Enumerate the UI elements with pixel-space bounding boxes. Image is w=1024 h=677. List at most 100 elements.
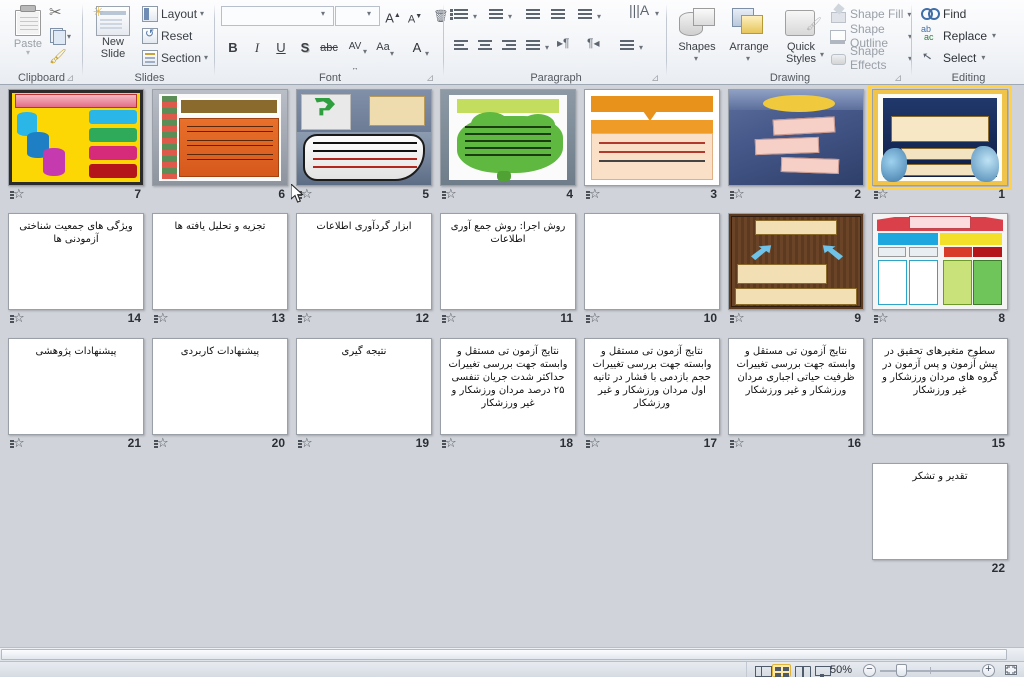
copy-dropdown-caret[interactable]: ▾ [67, 32, 71, 41]
slide-thumbnail[interactable]: محدودیت های تحقیق [8, 89, 144, 186]
layout-button[interactable]: Layout ▾ [140, 3, 204, 24]
text-direction-caret[interactable]: ▾ [655, 9, 659, 18]
font-size-caret[interactable] [364, 7, 379, 25]
slide-thumbnail[interactable]: تقدیر و تشکر [872, 463, 1008, 560]
animation-star-icon[interactable] [586, 186, 601, 202]
shapes-caret[interactable]: ▾ [694, 54, 698, 63]
font-name-combo[interactable] [221, 6, 334, 26]
animation-star-icon[interactable] [874, 310, 889, 326]
view-normal-button[interactable] [752, 664, 772, 677]
text-direction-button[interactable]: |||A [629, 2, 655, 26]
columns-button[interactable] [617, 36, 638, 57]
paste-button[interactable]: Paste ▾ [6, 3, 50, 61]
shape-outline-button[interactable]: Shape Outline ▾ [830, 22, 912, 50]
animation-star-icon[interactable] [874, 186, 889, 202]
quick-styles-caret[interactable]: ▾ [820, 50, 824, 59]
slide-thumbnail[interactable]: سطوح متغیرهای تحقیق در پیش آزمون و پس آز… [872, 338, 1008, 435]
paste-dropdown-caret[interactable]: ▾ [6, 49, 50, 57]
arrange-caret[interactable]: ▾ [746, 54, 750, 63]
slide-thumbnail[interactable] [584, 213, 720, 310]
slide-thumbnail[interactable]: پیشینه تحقیق [872, 213, 1008, 310]
shrink-font-button[interactable]: A▼ [404, 6, 426, 27]
underline-button[interactable]: U [270, 37, 292, 58]
character-spacing-caret[interactable]: ▾ [363, 41, 367, 62]
slide-thumbnail[interactable]: مقدمه و بیان مسئله [728, 89, 864, 186]
animation-star-icon[interactable] [154, 435, 169, 451]
slide-thumbnail[interactable]: نتایج آزمون تی مستقل و وابسته جهت بررسی … [584, 338, 720, 435]
font-color-caret[interactable]: ▾ [425, 43, 429, 64]
align-center-button[interactable] [475, 36, 496, 57]
numbering-caret[interactable]: ▾ [508, 12, 512, 21]
new-slide-button[interactable]: ✳ New Slide [90, 3, 136, 63]
numbering-button[interactable] [486, 5, 507, 26]
slide-thumbnail[interactable]: هدف کلی [584, 89, 720, 186]
bullets-caret[interactable]: ▾ [473, 12, 477, 21]
animation-star-icon[interactable] [442, 435, 457, 451]
zoom-out-button[interactable]: − [863, 663, 876, 677]
view-reading-button[interactable] [793, 664, 812, 677]
line-spacing-button[interactable] [575, 5, 596, 26]
reset-button[interactable]: Reset [140, 25, 192, 46]
slide-thumbnail[interactable]: اهداف ویژه [440, 89, 576, 186]
shapes-button[interactable]: Shapes ▾ [672, 4, 722, 63]
replace-caret[interactable]: ▾ [992, 31, 996, 40]
align-right-button[interactable] [499, 36, 520, 57]
change-case-button[interactable]: Aa ▾ [372, 37, 394, 58]
font-size-combo[interactable] [335, 6, 380, 26]
select-button[interactable]: Select ▾ [921, 47, 985, 68]
line-spacing-caret[interactable]: ▾ [597, 12, 601, 21]
slide-thumbnail[interactable]: پرسش های تحقیق [296, 89, 432, 186]
character-spacing-button[interactable]: AV ↔ ▾ [344, 36, 367, 72]
slide-thumbnail[interactable]: ویژگی های جمعیت شناختی آزمودنی ها [8, 213, 144, 310]
scrollbar-thumb[interactable] [1, 649, 1007, 660]
find-button[interactable]: Find [921, 3, 966, 24]
animation-star-icon[interactable] [586, 310, 601, 326]
text-direction-rtl-button[interactable]: ¶◂ [587, 36, 608, 57]
animation-star-icon[interactable] [730, 186, 745, 202]
slide-thumbnail[interactable]: تجزیه و تحلیل یافته ها [152, 213, 288, 310]
animation-star-icon[interactable] [298, 435, 313, 451]
fit-to-window-button[interactable] [1003, 663, 1019, 677]
italic-button[interactable]: I [246, 37, 268, 58]
animation-star-icon[interactable] [442, 310, 457, 326]
font-name-caret[interactable] [318, 7, 333, 25]
increase-indent-button[interactable] [548, 5, 569, 26]
section-button[interactable]: Section ▾ [140, 47, 208, 68]
slide-thumbnail[interactable]: نتایج آزمون تی مستقل و وابسته جهت بررسی … [728, 338, 864, 435]
zoom-slider-thumb[interactable] [896, 664, 907, 677]
text-direction-ltr-button[interactable]: ▸¶ [557, 36, 578, 57]
slide-thumbnail[interactable]: آزمودنی های تحقیق [728, 213, 864, 310]
shape-effects-button[interactable]: Shape Effects ▾ [830, 44, 912, 72]
quick-styles-button[interactable]: Quick Styles ▾ [776, 4, 826, 65]
strikethrough-button[interactable]: abc [318, 38, 340, 59]
slide-thumbnail[interactable]: فرضیه های تحقیق [152, 89, 288, 186]
columns-caret-2[interactable]: ▾ [639, 43, 643, 52]
slide-thumbnail[interactable]: ابزار گردآوری اطلاعات [296, 213, 432, 310]
font-color-button[interactable]: A ▾ [406, 37, 429, 58]
bullets-button[interactable] [451, 5, 472, 26]
animation-star-icon[interactable] [10, 310, 25, 326]
section-caret[interactable]: ▾ [204, 53, 208, 62]
align-left-button[interactable] [451, 36, 472, 57]
slide-thumbnail[interactable]: نتایج آزمون تی مستقل و وابسته جهت بررسی … [440, 338, 576, 435]
zoom-level-label[interactable]: 50% [830, 664, 852, 676]
slide-thumbnail[interactable]: نتیجه گیری [296, 338, 432, 435]
slide-thumbnail[interactable]: روش اجرا: روش جمع آوری اطلاعات [440, 213, 576, 310]
layout-caret[interactable]: ▾ [200, 9, 204, 18]
animation-star-icon[interactable] [298, 310, 313, 326]
slide-thumbnail[interactable]: پیشنهادات پژوهشی [8, 338, 144, 435]
copy-button[interactable]: ▾ [46, 24, 71, 46]
cut-button[interactable] [46, 2, 70, 24]
grow-font-button[interactable]: A▲ [382, 5, 404, 26]
slide-thumbnail[interactable]: عنوان [868, 85, 1012, 190]
arrange-button[interactable]: Arrange ▾ [724, 4, 774, 63]
replace-button[interactable]: Replace ▾ [921, 24, 996, 46]
decrease-indent-button[interactable] [523, 5, 544, 26]
justify-button[interactable] [523, 36, 544, 57]
columns-caret[interactable]: ▾ [545, 43, 549, 52]
animation-star-icon[interactable] [154, 310, 169, 326]
animation-star-icon[interactable] [10, 186, 25, 202]
animation-star-icon[interactable] [586, 435, 601, 451]
animation-star-icon[interactable] [730, 310, 745, 326]
zoom-in-button[interactable]: + [982, 663, 995, 677]
